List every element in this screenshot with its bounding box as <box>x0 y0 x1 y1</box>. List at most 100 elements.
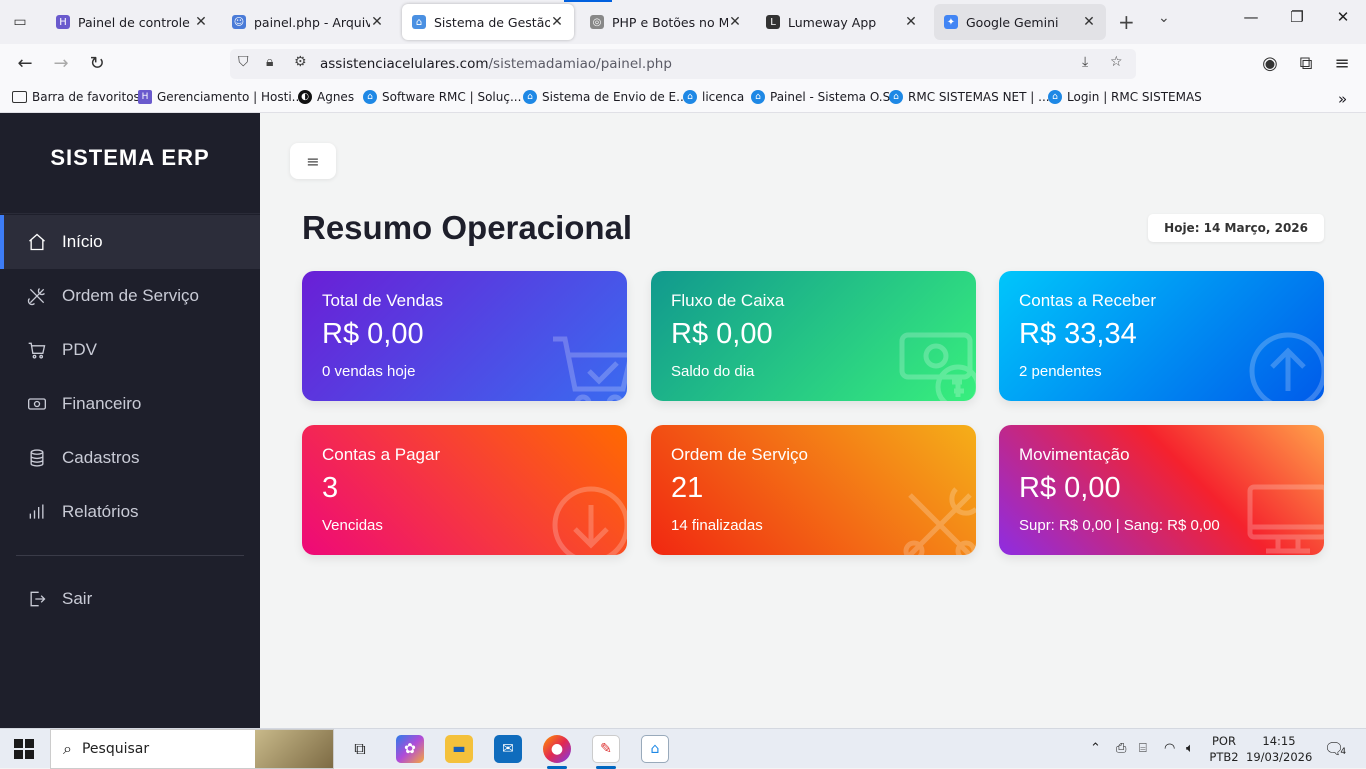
monitor-icon <box>1246 483 1324 555</box>
close-icon[interactable]: ✕ <box>1082 14 1096 30</box>
permissions-icon[interactable]: ⚙ <box>294 54 307 70</box>
browser-nav-bar: ← → ↻ ⛉ 🔒︎ ⚙ assistenciacelulares.com/si… <box>0 44 1366 84</box>
sidebar-toggle-button[interactable]: ≡ <box>290 143 336 179</box>
window-close-icon[interactable]: ✕ <box>1328 8 1358 26</box>
browser-tab-4[interactable]: L Lumeway App ✕ <box>756 4 928 40</box>
copilot-icon[interactable]: ✿ <box>396 735 424 763</box>
browser-tab-0[interactable]: H Painel de controle | Ho ✕ <box>46 4 218 40</box>
arrow-up-circle-icon <box>1246 329 1324 401</box>
close-icon[interactable]: ✕ <box>728 14 742 30</box>
card-subtitle: 0 vendas hoje <box>322 363 416 380</box>
card-value: R$ 33,34 <box>1019 318 1137 350</box>
close-icon[interactable]: ✕ <box>194 14 208 30</box>
card-ordem-servico[interactable]: Ordem de Serviço 21 14 finalizadas <box>651 425 976 555</box>
keyboard-layout: PTB2 <box>1209 750 1239 764</box>
file-explorer-icon[interactable]: ▬ <box>445 735 473 763</box>
card-value: 3 <box>322 472 339 504</box>
firefox-icon[interactable]: ● <box>543 735 571 763</box>
home-icon: ⌂ <box>363 90 377 104</box>
extensions-icon[interactable]: ⧉ <box>1293 52 1319 76</box>
network-adapter-icon[interactable]: ⌸ <box>1139 741 1147 756</box>
browser-tab-bar: ▭ H Painel de controle | Ho ✕ ☺ painel.p… <box>0 0 1366 44</box>
sidebar-item-ordem-de-servico[interactable]: Ordem de Serviço <box>0 269 260 323</box>
card-movimentacao[interactable]: Movimentação R$ 0,00 Supr: R$ 0,00 | San… <box>999 425 1324 555</box>
sidebar-item-inicio[interactable]: Início <box>0 215 260 269</box>
url-bar[interactable]: ⛉ 🔒︎ ⚙ assistenciacelulares.com/sistemad… <box>230 49 1136 79</box>
menu-icon[interactable]: ≡ <box>1329 52 1355 76</box>
bar-chart-icon <box>26 501 48 523</box>
chevron-up-icon[interactable]: ⌃ <box>1090 741 1101 756</box>
windows-start-icon[interactable] <box>14 739 34 759</box>
system-clock[interactable]: 14:15 19/03/2026 <box>1246 733 1312 765</box>
wifi-icon[interactable]: ◠ <box>1164 741 1175 756</box>
browser-tab-1[interactable]: ☺ painel.php - Arquivos - ✕ <box>222 4 394 40</box>
meet-icon[interactable]: ⎙ <box>1116 741 1126 756</box>
card-subtitle: 2 pendentes <box>1019 363 1102 380</box>
app-home-icon[interactable]: ⌂ <box>641 735 669 763</box>
close-icon[interactable]: ✕ <box>550 14 564 30</box>
download-page-icon[interactable]: ⤓ <box>1082 54 1088 70</box>
tab-title: Painel de controle | Ho <box>78 14 194 30</box>
account-icon[interactable]: ◉ <box>1257 52 1283 76</box>
bookmark-item[interactable]: ⌂ Sistema de Envio de E... <box>523 90 688 104</box>
sidebar-item-pdv[interactable]: PDV <box>0 323 260 377</box>
task-view-icon[interactable]: ⧉ <box>346 735 374 763</box>
url-text[interactable]: assistenciacelulares.com/sistemadamiao/p… <box>320 56 672 72</box>
outlook-icon[interactable]: ✉ <box>494 735 522 763</box>
bookmark-item[interactable]: ⌂ Painel - Sistema O.S <box>751 90 890 104</box>
notifications-icon[interactable]: 🗨︎4 <box>1324 739 1346 758</box>
card-value: R$ 0,00 <box>1019 472 1121 504</box>
home-icon: ⌂ <box>1048 90 1062 104</box>
lock-icon[interactable]: 🔒︎ <box>266 54 273 70</box>
browser-tab-2[interactable]: ⌂ Sistema de Gestão Pro ✕ <box>402 4 574 40</box>
taskbar-search[interactable]: ⌕ Pesquisar <box>50 729 334 769</box>
restore-icon[interactable]: ❐ <box>1282 8 1312 26</box>
sidebar-item-label: Relatórios <box>62 502 139 521</box>
card-contas-receber[interactable]: Contas a Receber R$ 33,34 2 pendentes <box>999 271 1324 401</box>
tab-list-icon[interactable]: ▭ <box>8 10 32 34</box>
chevron-down-icon[interactable]: ⌄ <box>1158 10 1170 26</box>
sidebar-item-financeiro[interactable]: Financeiro <box>0 377 260 431</box>
bookmark-item[interactable]: H Gerenciamento | Hosti... <box>138 90 303 104</box>
search-icon: ⌕ <box>63 739 72 758</box>
chevron-right-icon[interactable]: » <box>1338 90 1347 108</box>
sidebar-item-label: Ordem de Serviço <box>62 286 199 305</box>
date-badge: Hoje: 14 Março, 2026 <box>1148 214 1324 242</box>
close-icon[interactable]: ✕ <box>370 14 384 30</box>
shield-icon[interactable]: ⛉ <box>238 54 249 70</box>
bookmark-item[interactable]: Barra de favoritos <box>12 90 140 104</box>
reload-icon[interactable]: ↻ <box>84 52 110 76</box>
tab-title: Sistema de Gestão Pro <box>434 14 550 30</box>
bookmark-item[interactable]: ⌂ licenca <box>683 90 744 104</box>
bookmark-item[interactable]: ⌂ Software RMC | Soluç... <box>363 90 521 104</box>
bookmark-label: licenca <box>702 90 745 104</box>
minimize-icon[interactable]: — <box>1236 8 1266 26</box>
browser-tab-3[interactable]: ◎ PHP e Botões no Menu ✕ <box>580 4 752 40</box>
volume-icon[interactable]: 🔈︎ <box>1186 741 1194 756</box>
card-total-vendas[interactable]: Total de Vendas R$ 0,00 0 vendas hoje <box>302 271 627 401</box>
forward-icon[interactable]: → <box>48 52 74 76</box>
card-title: Total de Vendas <box>322 291 443 310</box>
home-icon: ⌂ <box>889 90 903 104</box>
card-subtitle: 14 finalizadas <box>671 517 763 534</box>
sidebar-item-label: PDV <box>62 340 97 359</box>
sidebar-item-cadastros[interactable]: Cadastros <box>0 431 260 485</box>
close-icon[interactable]: ✕ <box>904 14 918 30</box>
language-indicator[interactable]: POR PTB2 <box>1208 733 1240 765</box>
paint-icon[interactable]: ✎ <box>592 735 620 763</box>
card-value: R$ 0,00 <box>671 318 773 350</box>
card-fluxo-caixa[interactable]: Fluxo de Caixa R$ 0,00 Saldo do dia <box>651 271 976 401</box>
card-subtitle: Supr: R$ 0,00 | Sang: R$ 0,00 <box>1019 517 1220 534</box>
bookmark-item[interactable]: ◐ Agnes <box>298 90 354 104</box>
bookmark-item[interactable]: ⌂ RMC SISTEMAS NET | ... <box>889 90 1050 104</box>
hostinger-icon: H <box>56 15 70 29</box>
sidebar-item-sair[interactable]: Sair <box>0 572 260 626</box>
new-tab-icon[interactable]: + <box>1118 10 1135 34</box>
browser-tab-5[interactable]: ✦ Google Gemini ✕ <box>934 4 1106 40</box>
card-contas-pagar[interactable]: Contas a Pagar 3 Vencidas <box>302 425 627 555</box>
sidebar-item-relatorios[interactable]: Relatórios <box>0 485 260 539</box>
tab-title: PHP e Botões no Menu <box>612 14 728 30</box>
bookmark-star-icon[interactable]: ☆ <box>1110 54 1123 70</box>
back-icon[interactable]: ← <box>12 52 38 76</box>
bookmark-item[interactable]: ⌂ Login | RMC SISTEMAS <box>1048 90 1202 104</box>
